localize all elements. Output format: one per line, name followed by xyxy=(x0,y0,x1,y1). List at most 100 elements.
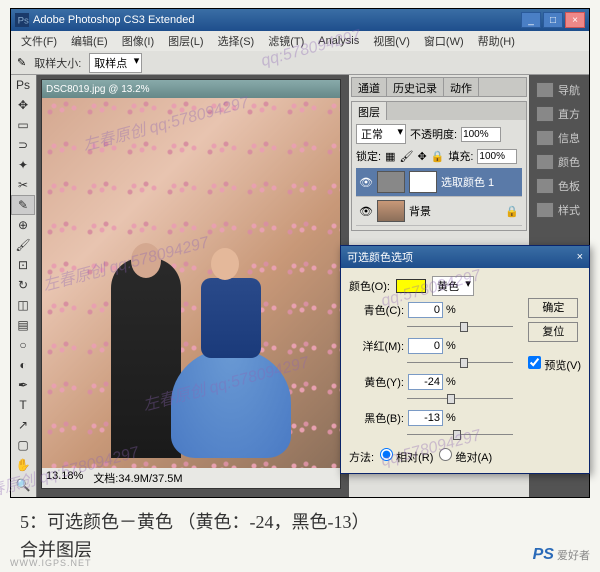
magenta-input[interactable] xyxy=(408,338,443,354)
preview-checkbox[interactable] xyxy=(528,356,541,369)
menu-window[interactable]: 窗口(W) xyxy=(418,31,470,51)
swatches-shortcut[interactable]: 色板 xyxy=(533,175,585,197)
crop-tool[interactable]: ✂ xyxy=(11,175,35,195)
sample-size-dropdown[interactable]: 取样点 xyxy=(89,53,142,73)
dialog-titlebar[interactable]: 可选颜色选项 × xyxy=(341,246,589,268)
document-canvas[interactable] xyxy=(42,98,340,468)
maximize-button[interactable]: □ xyxy=(543,12,563,28)
menu-filter[interactable]: 滤镜(T) xyxy=(262,31,310,51)
cyan-label: 青色(C): xyxy=(349,302,404,318)
layer-row[interactable]: 👁 选取颜色 1 xyxy=(356,168,522,197)
histogram-shortcut[interactable]: 直方 xyxy=(533,103,585,125)
type-tool[interactable]: T xyxy=(11,395,35,415)
document-status: 13.18% 文档:34.9M/37.5M xyxy=(42,468,340,486)
lock-all-icon[interactable]: 🔒 xyxy=(431,150,445,163)
ps-logo-icon: Ps xyxy=(15,13,29,27)
color-dropdown[interactable]: 黄色 xyxy=(432,276,474,296)
layer-name[interactable]: 选取颜色 1 xyxy=(441,174,494,190)
sample-size-label: 取样大小: xyxy=(34,55,81,71)
method-label: 方法: xyxy=(349,452,374,464)
fill-input[interactable] xyxy=(477,149,517,164)
black-input[interactable] xyxy=(408,410,443,426)
eyedropper-tool[interactable]: ✎ xyxy=(11,195,35,215)
layers-tab[interactable]: 图层 xyxy=(352,102,387,120)
info-shortcut[interactable]: 信息 xyxy=(533,127,585,149)
visibility-icon[interactable]: 👁 xyxy=(359,204,373,218)
zoom-level[interactable]: 13.18% xyxy=(46,470,83,484)
cyan-input[interactable] xyxy=(408,302,443,318)
yellow-label: 黄色(Y): xyxy=(349,374,404,390)
mask-thumb[interactable] xyxy=(409,171,437,193)
svg-text:Ps: Ps xyxy=(18,16,29,27)
history-tab[interactable]: 历史记录 xyxy=(387,78,444,96)
lock-position-icon[interactable]: ✥ xyxy=(417,150,426,163)
layer-thumb[interactable] xyxy=(377,200,405,222)
layers-panel: 图层 正常 不透明度: 锁定: ▦ 🖌 ✥ 🔒 填充: xyxy=(351,101,527,231)
close-button[interactable]: × xyxy=(565,12,585,28)
stamp-tool[interactable]: ⊡ xyxy=(11,255,35,275)
layer-row[interactable]: 👁 背景 🔒 xyxy=(356,197,522,226)
brush-tool[interactable]: 🖌 xyxy=(11,235,35,255)
hand-tool[interactable]: ✋ xyxy=(11,455,35,475)
marquee-tool[interactable]: ▭ xyxy=(11,115,35,135)
info-icon xyxy=(536,130,554,146)
cyan-slider[interactable] xyxy=(407,320,513,334)
shape-tool[interactable]: ▢ xyxy=(11,435,35,455)
menu-layer[interactable]: 图层(L) xyxy=(162,31,209,51)
blur-tool[interactable]: ○ xyxy=(11,335,35,355)
minimize-button[interactable]: _ xyxy=(521,12,541,28)
opacity-input[interactable] xyxy=(461,127,501,142)
visibility-icon[interactable]: 👁 xyxy=(359,175,373,189)
dodge-tool[interactable]: ◐ xyxy=(11,355,35,375)
menu-view[interactable]: 视图(V) xyxy=(367,31,416,51)
path-tool[interactable]: ↗ xyxy=(11,415,35,435)
navigator-panel: 通道 历史记录 动作 xyxy=(351,77,527,97)
lasso-tool[interactable]: ⊃ xyxy=(11,135,35,155)
filesize-info: 文档:34.9M/37.5M xyxy=(93,470,182,484)
magenta-slider[interactable] xyxy=(407,356,513,370)
black-slider[interactable] xyxy=(407,428,513,442)
swatches-icon xyxy=(536,178,554,194)
document-window[interactable]: DSC8019.jpg @ 13.2% 13.18% 文档:34.9M/ xyxy=(41,79,341,489)
selective-color-dialog[interactable]: 可选颜色选项 × 颜色(O): 黄色 青色(C): % 洋红(M): % 黄色(… xyxy=(340,245,590,474)
menu-analysis[interactable]: Analysis xyxy=(312,33,365,49)
dialog-close-icon[interactable]: × xyxy=(577,251,583,263)
zoom-tool[interactable]: 🔍 xyxy=(11,475,35,495)
pen-tool[interactable]: ✒ xyxy=(11,375,35,395)
channels-tab[interactable]: 通道 xyxy=(352,78,387,96)
history-brush-tool[interactable]: ↻ xyxy=(11,275,35,295)
menu-select[interactable]: 选择(S) xyxy=(212,31,261,51)
adjustment-thumb[interactable] xyxy=(377,171,405,193)
ok-button[interactable]: 确定 xyxy=(528,298,578,318)
menu-help[interactable]: 帮助(H) xyxy=(472,31,521,51)
black-label: 黑色(B): xyxy=(349,410,404,426)
lock-pixels-icon[interactable]: 🖌 xyxy=(399,150,413,163)
document-title[interactable]: DSC8019.jpg @ 13.2% xyxy=(42,80,340,98)
layer-name[interactable]: 背景 xyxy=(409,203,431,219)
yellow-slider[interactable] xyxy=(407,392,513,406)
color-shortcut[interactable]: 颜色 xyxy=(533,151,585,173)
menu-edit[interactable]: 编辑(E) xyxy=(65,31,114,51)
method-absolute-radio[interactable] xyxy=(439,448,452,461)
tutorial-caption-1: 5：可选颜色－黄色 （黄色：-24，黑色-13） xyxy=(20,508,370,534)
method-relative-radio[interactable] xyxy=(380,448,393,461)
titlebar[interactable]: Ps Adobe Photoshop CS3 Extended _ □ × xyxy=(11,9,589,31)
actions-tab[interactable]: 动作 xyxy=(444,78,479,96)
styles-icon xyxy=(536,202,554,218)
move-tool[interactable]: ✥ xyxy=(11,95,35,115)
dialog-title-text: 可选颜色选项 xyxy=(347,249,413,265)
nav-shortcut[interactable]: 导航 xyxy=(533,79,585,101)
menu-image[interactable]: 图像(I) xyxy=(116,31,160,51)
cancel-button[interactable]: 复位 xyxy=(528,322,578,342)
canvas-area: DSC8019.jpg @ 13.2% 13.18% 文档:34.9M/ xyxy=(37,75,349,497)
site-logo: PS 爱好者 xyxy=(533,546,590,564)
blend-mode-dropdown[interactable]: 正常 xyxy=(356,124,406,144)
wand-tool[interactable]: ✦ xyxy=(11,155,35,175)
yellow-input[interactable] xyxy=(408,374,443,390)
gradient-tool[interactable]: ▤ xyxy=(11,315,35,335)
eraser-tool[interactable]: ◫ xyxy=(11,295,35,315)
styles-shortcut[interactable]: 样式 xyxy=(533,199,585,221)
lock-transparent-icon[interactable]: ▦ xyxy=(385,150,395,163)
menu-file[interactable]: 文件(F) xyxy=(15,31,63,51)
heal-tool[interactable]: ⊕ xyxy=(11,215,35,235)
